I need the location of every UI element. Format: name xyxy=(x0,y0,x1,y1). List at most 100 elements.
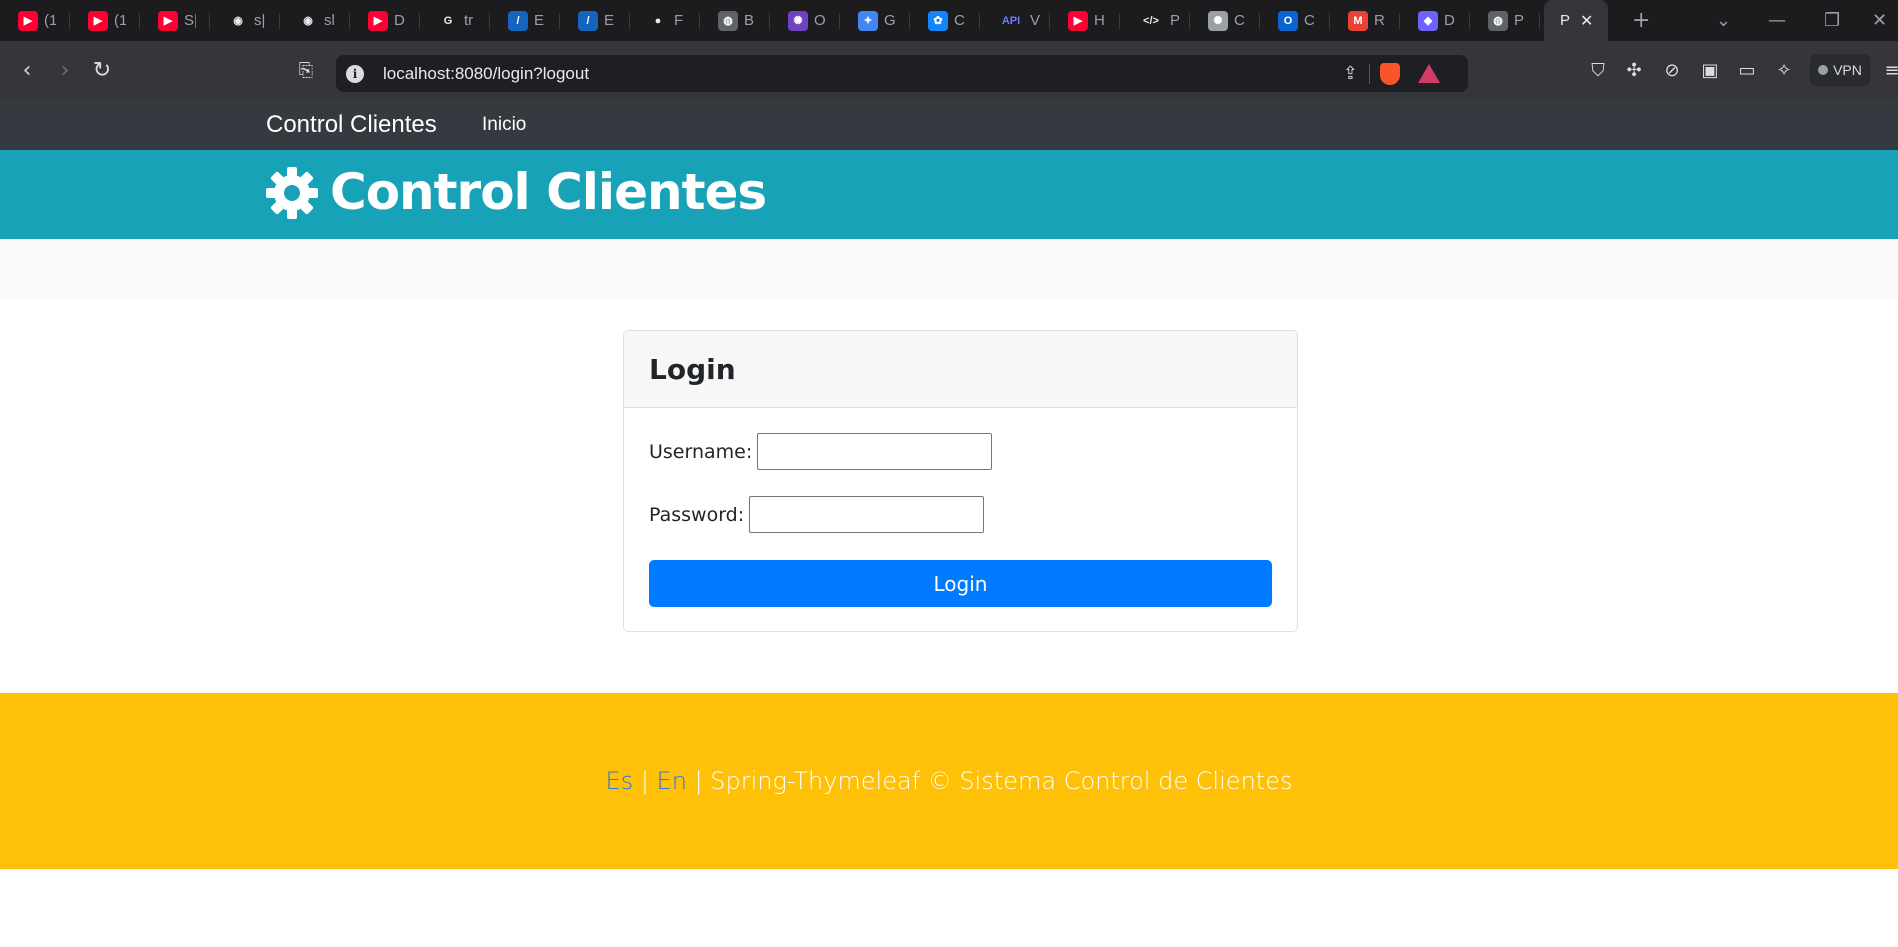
browser-tab[interactable]: ▶ (1 xyxy=(70,0,140,41)
youtube-icon: ▶ xyxy=(1068,10,1088,31)
browser-tab[interactable]: / E xyxy=(560,0,630,41)
close-tab-icon[interactable]: ✕ xyxy=(1580,11,1593,31)
browser-tab[interactable]: MR xyxy=(1330,0,1400,41)
browser-toolbar: ‹ › ↻ ⎘ i localhost:8080/login?logout ⇪ … xyxy=(0,41,1898,100)
browser-tab[interactable]: ◍ P xyxy=(1470,0,1540,41)
browser-tab[interactable]: ✦ G xyxy=(840,0,910,41)
minimize-button[interactable]: — xyxy=(1768,0,1786,41)
youtube-icon: ▶ xyxy=(368,10,388,31)
login-button[interactable]: Login xyxy=(649,560,1272,607)
tab-title: (1 xyxy=(44,12,56,29)
browser-tab[interactable]: ◆ D xyxy=(1400,0,1470,41)
login-card-header: Login xyxy=(624,331,1297,408)
username-label: Username: xyxy=(649,440,753,463)
subheader-strip xyxy=(0,239,1898,299)
outlook-icon: O xyxy=(1278,10,1298,31)
google-icon: G xyxy=(443,14,453,27)
forward-button[interactable]: › xyxy=(49,41,81,100)
lang-en-link[interactable]: En xyxy=(657,767,687,795)
footer-separator: | xyxy=(633,767,657,795)
share-icon[interactable]: ⇪ xyxy=(1343,63,1358,84)
browser-tab[interactable]: ▶ H xyxy=(1050,0,1120,41)
globe-icon: ◍ xyxy=(1488,10,1508,31)
browser-tab[interactable]: ● F xyxy=(630,0,700,41)
password-input[interactable] xyxy=(749,496,985,533)
vpn-button[interactable]: VPN xyxy=(1810,54,1870,86)
flickr-icon: ● xyxy=(654,14,662,27)
browser-tab[interactable]: ✺ O xyxy=(770,0,840,41)
tab-title: tr xyxy=(464,12,474,29)
browser-tab[interactable]: ◍ B xyxy=(700,0,770,41)
restore-button[interactable]: ❐ xyxy=(1824,0,1840,41)
tab-title: D xyxy=(1444,12,1455,29)
password-label: Password: xyxy=(649,503,745,526)
new-tab-button[interactable]: + xyxy=(1632,8,1650,33)
globe-icon: ◍ xyxy=(718,10,738,31)
leo-ai-icon[interactable]: ✧ xyxy=(1768,41,1800,100)
brave-shields-icon[interactable] xyxy=(1380,62,1400,85)
vpn-status-icon xyxy=(1818,65,1829,75)
browser-tab-active[interactable]: P ✕ xyxy=(1544,0,1608,41)
tab-title: S| xyxy=(184,12,196,29)
login-title: Login xyxy=(649,352,736,386)
extensions-icon[interactable]: ✣ xyxy=(1618,41,1650,100)
gear-icon xyxy=(266,167,318,219)
back-button[interactable]: ‹ xyxy=(11,41,43,100)
tab-title: B xyxy=(744,12,755,29)
menu-icon[interactable]: ≡ xyxy=(1876,41,1898,100)
github-icon: ◉ xyxy=(233,15,243,27)
edteam-icon: / xyxy=(508,10,528,31)
browser-tab[interactable]: OC xyxy=(1260,0,1330,41)
tab-title: F xyxy=(674,12,684,29)
api-icon: API xyxy=(1001,14,1021,27)
browser-tab[interactable]: / E xyxy=(490,0,560,41)
lang-es-link[interactable]: Es xyxy=(606,767,634,795)
browser-tab[interactable]: Gtr xyxy=(420,0,490,41)
tab-title: P xyxy=(1170,12,1181,29)
browser-tabstrip: ▶ (1 ▶ (1 ▶ S| ◉ s| ◉ sl ▶ D Gtr / E / E ● F ◍ B ✺ O ✦ G ✿ C API V ▶ H… xyxy=(0,0,1898,41)
url-text: localhost:8080/login?logout xyxy=(383,63,590,83)
browser-tab[interactable]: ▶ S| xyxy=(140,0,210,41)
shield-extension-icon[interactable]: ⛉ xyxy=(1582,41,1614,100)
tab-search-chevron-icon[interactable]: ⌄ xyxy=(1716,0,1731,41)
sidebar-icon[interactable]: ▣ xyxy=(1694,41,1726,100)
tab-title: sl xyxy=(324,12,335,29)
wallet-icon[interactable]: ▭ xyxy=(1731,41,1763,100)
tab-title: V xyxy=(1030,12,1041,29)
brave-rewards-icon[interactable] xyxy=(1418,64,1440,83)
browser-tab[interactable]: API V xyxy=(980,0,1050,41)
tab-title: P xyxy=(1514,12,1525,29)
tab-title: O xyxy=(814,12,826,29)
bookmark-icon[interactable]: ⎘ xyxy=(290,41,322,100)
footer-text: Es | En | Spring-Thymeleaf © Sistema Con… xyxy=(606,767,1293,795)
browser-tab[interactable]: ◉ sl xyxy=(280,0,350,41)
browser-tab[interactable]: ◉ s| xyxy=(210,0,280,41)
username-input[interactable] xyxy=(757,433,993,470)
address-bar[interactable]: i localhost:8080/login?logout ⇪ xyxy=(336,55,1468,92)
browser-tab[interactable]: ▶ (1 xyxy=(0,0,70,41)
site-info-icon[interactable]: i xyxy=(346,64,364,83)
password-row: Password: xyxy=(649,496,985,533)
nav-link-inicio[interactable]: Inicio xyxy=(482,114,526,136)
tab-title: C xyxy=(1234,12,1245,29)
browser-tab[interactable]: ▶ D xyxy=(350,0,420,41)
tab-title: D xyxy=(394,12,405,29)
speedreader-icon[interactable]: ⊘ xyxy=(1656,41,1688,100)
close-window-button[interactable]: ✕ xyxy=(1872,0,1887,41)
tab-title: H xyxy=(1094,12,1105,29)
browser-tab[interactable]: </> P xyxy=(1120,0,1190,41)
youtube-icon: ▶ xyxy=(18,10,38,31)
openai-icon: ✺ xyxy=(788,10,808,31)
browser-tab[interactable]: ✺ C xyxy=(1190,0,1260,41)
tab-title: R xyxy=(1374,12,1385,29)
username-row: Username: xyxy=(649,433,993,470)
gmail-icon: M xyxy=(1348,10,1368,31)
tab-title: E xyxy=(604,12,615,29)
footer: Es | En | Spring-Thymeleaf © Sistema Con… xyxy=(0,693,1898,869)
tab-title: P xyxy=(1560,12,1571,29)
edteam-icon: / xyxy=(578,10,598,31)
reload-button[interactable]: ↻ xyxy=(86,41,118,100)
navbar-brand[interactable]: Control Clientes xyxy=(266,111,437,139)
navbar: Control Clientes Inicio xyxy=(0,100,1898,150)
browser-tab[interactable]: ✿ C xyxy=(910,0,980,41)
